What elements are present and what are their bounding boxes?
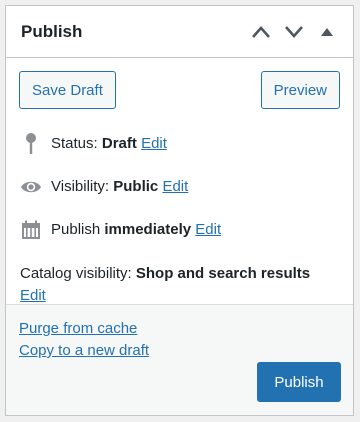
schedule-row: Publish immediately Edit <box>6 208 353 251</box>
save-draft-button[interactable]: Save Draft <box>19 71 116 109</box>
schedule-value: immediately <box>104 221 192 238</box>
publish-panel: Publish Save Draft Preview Status: Draft… <box>5 5 354 416</box>
header-controls <box>244 17 343 47</box>
schedule-label: Publish <box>51 221 101 238</box>
purge-cache-link[interactable]: Purge from cache <box>19 320 137 337</box>
chevron-up-icon <box>251 25 270 38</box>
panel-header: Publish <box>6 6 353 58</box>
move-down-button[interactable] <box>277 17 310 47</box>
top-actions: Save Draft Preview <box>6 58 353 122</box>
panel-title: Publish <box>21 21 83 41</box>
pin-icon <box>20 132 42 155</box>
triangle-up-icon <box>320 27 333 36</box>
catalog-value: Shop and search results <box>135 265 311 282</box>
visibility-row: Visibility: Public Edit <box>6 165 353 208</box>
chevron-down-icon <box>284 25 303 38</box>
status-row: Status: Draft Edit <box>6 122 353 165</box>
catalog-edit-link[interactable]: Edit <box>20 287 46 304</box>
visibility-value: Public <box>113 178 159 195</box>
status-edit-link[interactable]: Edit <box>141 135 167 152</box>
status-label: Status: <box>51 135 98 152</box>
schedule-edit-link[interactable]: Edit <box>195 221 221 238</box>
footer-links: Purge from cache Copy to a new draft <box>6 305 353 362</box>
calendar-icon <box>20 219 42 241</box>
visibility-label: Visibility: <box>51 178 110 195</box>
preview-button[interactable]: Preview <box>260 71 340 109</box>
panel-footer: Purge from cache Copy to a new draft Pub… <box>6 304 353 415</box>
visibility-edit-link[interactable]: Edit <box>162 178 188 195</box>
eye-icon <box>20 176 42 198</box>
copy-draft-link[interactable]: Copy to a new draft <box>19 342 149 359</box>
move-up-button[interactable] <box>244 17 277 47</box>
publish-button[interactable]: Publish <box>257 362 341 402</box>
toggle-panel-button[interactable] <box>310 17 343 47</box>
catalog-label: Catalog visibility: <box>20 265 132 282</box>
status-value: Draft <box>101 135 137 152</box>
